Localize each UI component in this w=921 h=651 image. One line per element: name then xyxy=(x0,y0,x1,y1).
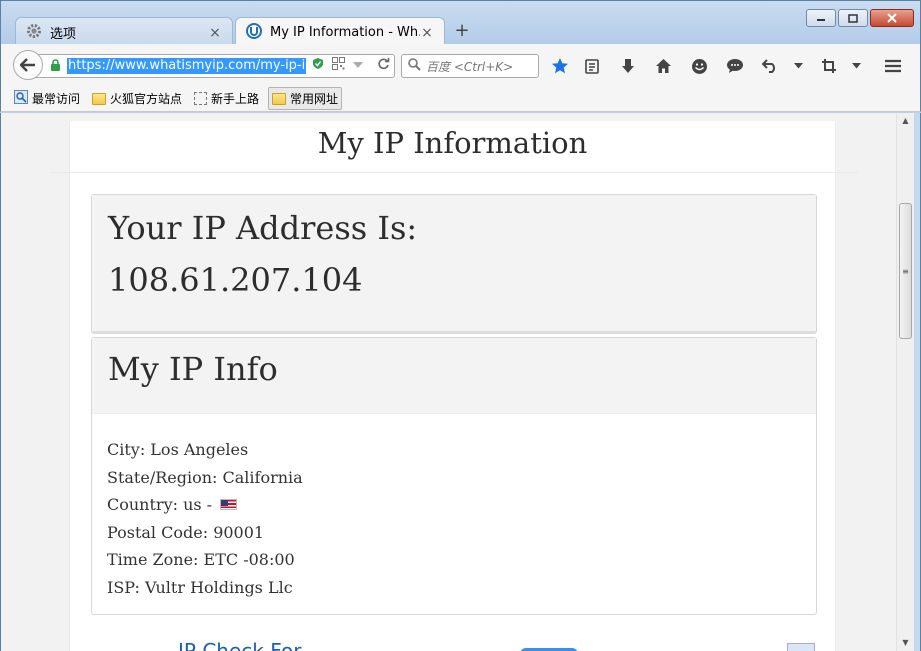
bookmark-label: 新手上路 xyxy=(211,92,260,106)
screenshot-button[interactable] xyxy=(819,56,839,76)
home-icon xyxy=(655,59,671,73)
undo-icon xyxy=(762,59,775,73)
divider xyxy=(50,172,858,173)
bookmark-label: 常用网址 xyxy=(290,92,339,106)
ip-info-panel: My IP Info City: Los Angeles State/Regio… xyxy=(91,337,817,615)
most-visited-icon xyxy=(14,90,28,107)
back-button[interactable] xyxy=(13,50,43,80)
tab-options[interactable]: 选项 × xyxy=(15,17,233,47)
reading-list-button[interactable] xyxy=(582,56,602,76)
home-button[interactable] xyxy=(653,56,673,76)
page-viewport: My IP Information Your IP Address Is: 10… xyxy=(0,113,896,651)
maximize-icon xyxy=(848,13,858,23)
scrollbar-thumb[interactable]: ≡ xyxy=(899,203,912,339)
gear-icon xyxy=(26,23,42,43)
folder-icon xyxy=(92,92,107,105)
undo-close-tab-button[interactable] xyxy=(760,56,780,76)
bookmark-common-sites[interactable]: 常用网址 xyxy=(268,87,343,110)
url-bar[interactable]: https://www.whatismyip.com/my-ip-i xyxy=(31,54,395,78)
ad-choices-icon[interactable] xyxy=(787,643,815,651)
ip-address-value: 108.61.207.104 xyxy=(108,261,363,299)
chevron-down-icon xyxy=(851,63,861,69)
undo-dropdown-button[interactable] xyxy=(788,56,808,76)
hello-button[interactable] xyxy=(689,56,709,76)
download-arrow-icon xyxy=(622,59,634,73)
info-postal-code: Postal Code: 90001 xyxy=(107,522,265,542)
url-text[interactable]: https://www.whatismyip.com/my-ip-i xyxy=(67,58,307,74)
window-controls xyxy=(806,9,914,27)
minimize-icon xyxy=(817,19,825,21)
menu-button[interactable] xyxy=(883,56,903,76)
crop-icon xyxy=(822,59,836,73)
close-tab-icon[interactable]: × xyxy=(420,25,434,41)
ip-info-list: City: Los Angeles State/Region: Californ… xyxy=(92,414,816,601)
tab-label: 选项 xyxy=(50,27,77,42)
ip-info-heading: My IP Info xyxy=(108,350,278,388)
vertical-scrollbar[interactable]: ▲ ≡ ▼ xyxy=(896,113,914,651)
screenshot-dropdown-button[interactable] xyxy=(846,56,866,76)
smiley-icon xyxy=(691,58,707,74)
hamburger-menu-icon xyxy=(885,59,901,73)
tab-label: My IP Information - Wh... xyxy=(270,25,420,40)
ip-address-panel: Your IP Address Is: 108.61.207.104 xyxy=(91,194,817,334)
downloads-button[interactable] xyxy=(618,56,638,76)
speech-bubble-icon xyxy=(727,59,743,73)
info-country-text: Country: us - xyxy=(107,495,213,515)
us-flag-icon xyxy=(220,499,238,511)
navigation-toolbar: https://www.whatismyip.com/my-ip-i 百度 <C… xyxy=(0,44,921,86)
page-container: My IP Information Your IP Address Is: 10… xyxy=(50,121,858,651)
clipboard-icon xyxy=(585,59,599,74)
maximize-button[interactable] xyxy=(838,9,868,27)
qr-code-icon[interactable] xyxy=(332,57,345,73)
folder-icon xyxy=(272,92,287,105)
scroll-down-arrow[interactable]: ▼ xyxy=(897,635,914,651)
ip-address-heading: Your IP Address Is: xyxy=(108,209,418,247)
search-placeholder[interactable]: 百度 <Ctrl+K> xyxy=(426,58,513,75)
close-window-button[interactable] xyxy=(870,9,914,27)
page-icon xyxy=(194,92,208,105)
bookmark-label: 火狐官方站点 xyxy=(110,92,183,106)
window-titlebar: 选项 × My IP Information - Wh... × + xyxy=(0,0,921,47)
bookmarks-toolbar: 最常访问 火狐官方站点 新手上路 常用网址 xyxy=(0,86,921,112)
bookmark-getting-started[interactable]: 新手上路 xyxy=(191,88,262,109)
dropdown-arrow-icon[interactable] xyxy=(353,58,363,72)
bookmark-firefox-site[interactable]: 火狐官方站点 xyxy=(89,88,185,109)
scroll-up-arrow[interactable]: ▲ xyxy=(897,113,914,129)
search-icon xyxy=(408,58,421,74)
lock-icon xyxy=(50,58,61,74)
close-tab-icon[interactable]: × xyxy=(208,25,222,41)
info-isp: ISP: Vultr Holdings Llc xyxy=(107,577,293,597)
window-border xyxy=(914,113,921,651)
ad-banner-text[interactable]: IP Check For xyxy=(178,639,301,651)
tab-my-ip-information[interactable]: My IP Information - Wh... × xyxy=(235,17,445,47)
back-arrow-icon xyxy=(20,58,35,72)
info-state: State/Region: California xyxy=(107,467,303,487)
info-time-zone: Time Zone: ETC -08:00 xyxy=(107,550,295,570)
minimize-button[interactable] xyxy=(806,9,836,27)
reload-icon[interactable] xyxy=(377,57,390,73)
star-icon xyxy=(552,58,568,74)
info-country: Country: us - xyxy=(107,491,801,519)
shield-icon[interactable] xyxy=(312,57,324,73)
chevron-down-icon xyxy=(793,63,803,69)
page-title: My IP Information xyxy=(317,126,588,160)
close-icon xyxy=(887,13,897,23)
bookmark-most-visited[interactable]: 最常访问 xyxy=(11,88,83,109)
search-bar[interactable]: 百度 <Ctrl+K> xyxy=(401,54,539,78)
new-tab-button[interactable]: + xyxy=(453,21,471,43)
bookmark-star-button[interactable] xyxy=(550,56,570,76)
chat-button[interactable] xyxy=(725,56,745,76)
whatismyip-logo-icon xyxy=(246,22,262,43)
info-city: City: Los Angeles xyxy=(107,440,249,460)
bookmark-label: 最常访问 xyxy=(32,92,81,106)
